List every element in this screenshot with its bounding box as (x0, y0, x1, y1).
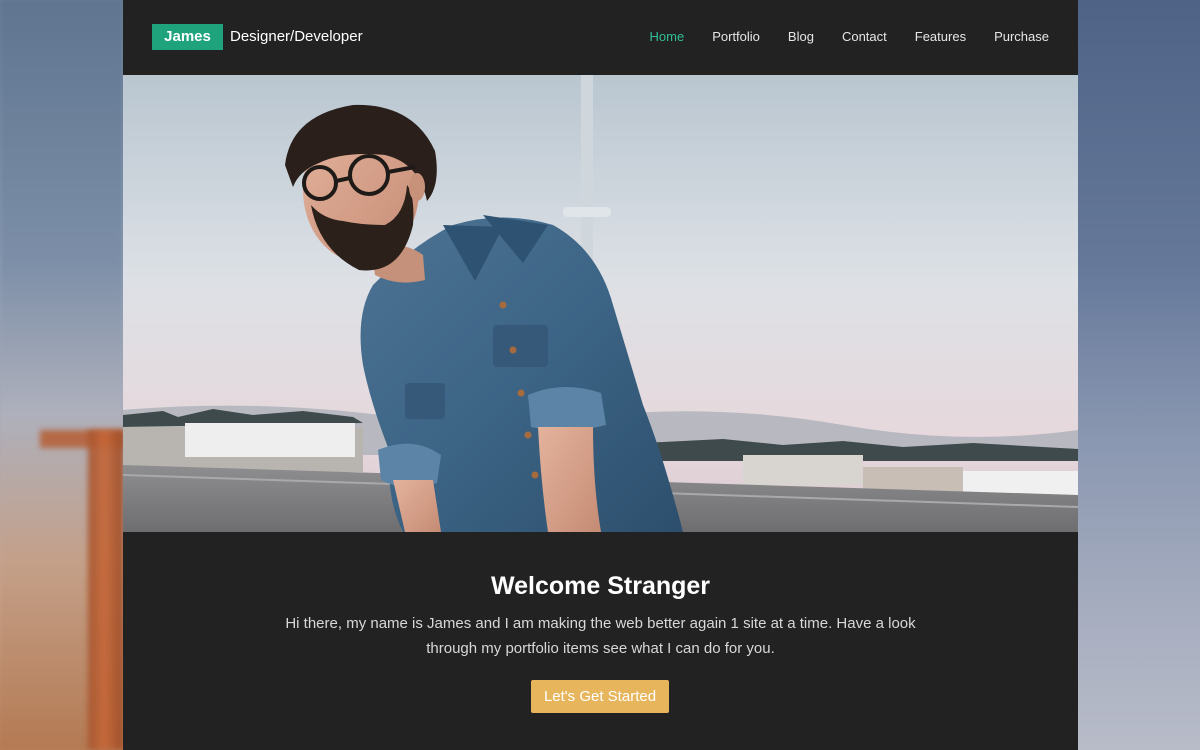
site-header: James Designer/Developer Home Portfolio … (123, 0, 1078, 75)
get-started-button[interactable]: Let's Get Started (531, 680, 669, 713)
welcome-section: Welcome Stranger Hi there, my name is Ja… (123, 532, 1078, 750)
nav-item-contact[interactable]: Contact (842, 24, 887, 50)
backdrop-right (1077, 0, 1200, 750)
nav-item-home[interactable]: Home (650, 24, 685, 50)
welcome-heading: Welcome Stranger (490, 572, 711, 600)
nav-item-purchase[interactable]: Purchase (994, 24, 1049, 50)
site-container: James Designer/Developer Home Portfolio … (123, 0, 1078, 750)
nav-item-blog[interactable]: Blog (788, 24, 814, 50)
brand-logo[interactable]: James (152, 24, 223, 50)
intro-text: Hi there, my name is James and I am maki… (285, 615, 916, 657)
nav-item-portfolio[interactable]: Portfolio (712, 24, 760, 50)
nav-item-features[interactable]: Features (915, 24, 966, 50)
main-nav: Home Portfolio Blog Contact Features Pur… (650, 24, 1049, 50)
hero-photo (123, 75, 1078, 532)
backdrop-bridge-tower (88, 430, 124, 750)
brand-tagline: Designer/Developer (230, 28, 363, 45)
hero-image (123, 75, 1078, 532)
